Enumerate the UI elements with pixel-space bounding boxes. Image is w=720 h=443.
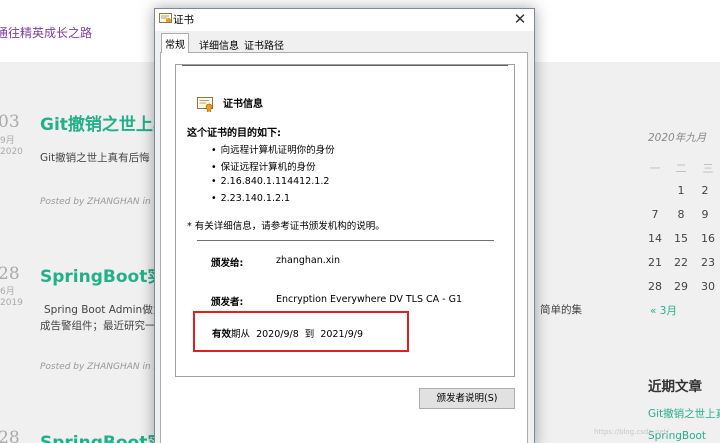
certificate-icon [159,13,172,24]
tab-panel-general: 证书信息 这个证书的目的如下: 向远程计算机证明你的身份 保证远程计算机的身份 … [160,52,528,443]
purpose-list: 向远程计算机证明你的身份 保证远程计算机的身份 2.16.840.1.11441… [211,142,335,210]
post-title[interactable]: SpringBoot实 [40,428,164,443]
post-date-day: 28 [0,428,20,443]
recent-posts-title: 近期文章 [648,379,702,395]
recent-post-link[interactable]: Git撤销之世上真 [648,406,720,421]
calendar-title: 2020年九月 [648,132,707,144]
post-date-year: 2019 [0,298,23,308]
post-excerpt: Spring Boot Admin做为 [44,304,164,316]
tab-general[interactable]: 常规 [161,33,189,53]
certificate-icon [197,97,214,113]
calendar-day: 1 [677,184,685,197]
calendar-day: 16 [701,232,715,245]
post-meta: Posted by ZHANGHAN in S [40,362,160,372]
calendar-day: 23 [701,256,715,269]
purpose-item: 保证远程计算机的身份 [211,159,335,176]
calendar-day: 9 [701,208,709,221]
purpose-item: 2.16.840.1.114412.1.2 [211,176,335,193]
post-excerpt-line2: 成告警组件；最近研究一 [40,320,156,332]
post-date-year: 2020 [0,147,23,157]
dialog-title: 证书 [173,14,194,26]
calendar-weekday: 一 [649,162,661,175]
dialog-titlebar[interactable]: 证书 ✕ [155,9,534,31]
watermark: https://blog.csdn.net/... [594,428,676,436]
calendar-day: 22 [674,256,688,269]
calendar-day: 30 [701,280,715,293]
tab-certification-path[interactable]: 证书路径 [241,35,287,53]
post-date-day: 28 [0,264,20,284]
calendar-weekday: 三 [702,162,714,175]
certificate-info-title: 证书信息 [223,99,263,110]
calendar-day: 29 [674,280,688,293]
certificate-dialog: 证书 ✕ 常规 详细信息 证书路径 证书信息 这个证书的目的如下: 向远程计算机… [154,8,535,443]
calendar-day: 8 [677,208,685,221]
post-date-month: 9月 [0,136,15,146]
post-excerpt-tail: 简单的集 [540,304,582,316]
divider [182,65,508,66]
issued-by-value: Encryption Everywhere DV TLS CA - G1 [276,294,463,305]
post-title[interactable]: SpringBoot实 [40,262,164,287]
post-title[interactable]: Git撤销之世上真 [40,110,170,135]
highlight-annotation [193,311,409,352]
details-note: * 有关详细信息，请参考证书颁发机构的说明。 [187,221,385,232]
post-date-month: 6月 [0,287,15,297]
calendar-day: 28 [648,280,662,293]
close-icon[interactable]: ✕ [512,9,528,29]
calendar-day: 2 [701,184,709,197]
calendar-day: 7 [651,208,659,221]
calendar-day: 14 [648,232,662,245]
issued-by-label: 颁发者: [211,297,244,308]
site-tagline[interactable]: 通往精英成长之路 [0,24,92,41]
purpose-item: 向远程计算机证明你的身份 [211,142,335,159]
purpose-heading: 这个证书的目的如下: [187,128,281,139]
issued-to-label: 颁发给: [211,258,244,269]
post-meta: Posted by ZHANGHAN in 技 [40,197,163,207]
tab-details[interactable]: 详细信息 [196,35,242,53]
purpose-item: 2.23.140.1.2.1 [211,193,335,210]
divider [197,240,494,241]
calendar-day: 15 [674,232,688,245]
calendar-prev-link[interactable]: « 3月 [650,303,677,318]
calendar-day: 21 [648,256,662,269]
post-excerpt: Git撤销之世上真有后悔 [40,152,150,164]
post-date-day: 03 [0,112,20,132]
issued-to-value: zhanghan.xin [276,255,341,266]
issuer-statement-button[interactable]: 颁发者说明(S) [419,388,515,409]
calendar-weekday: 二 [675,162,687,175]
